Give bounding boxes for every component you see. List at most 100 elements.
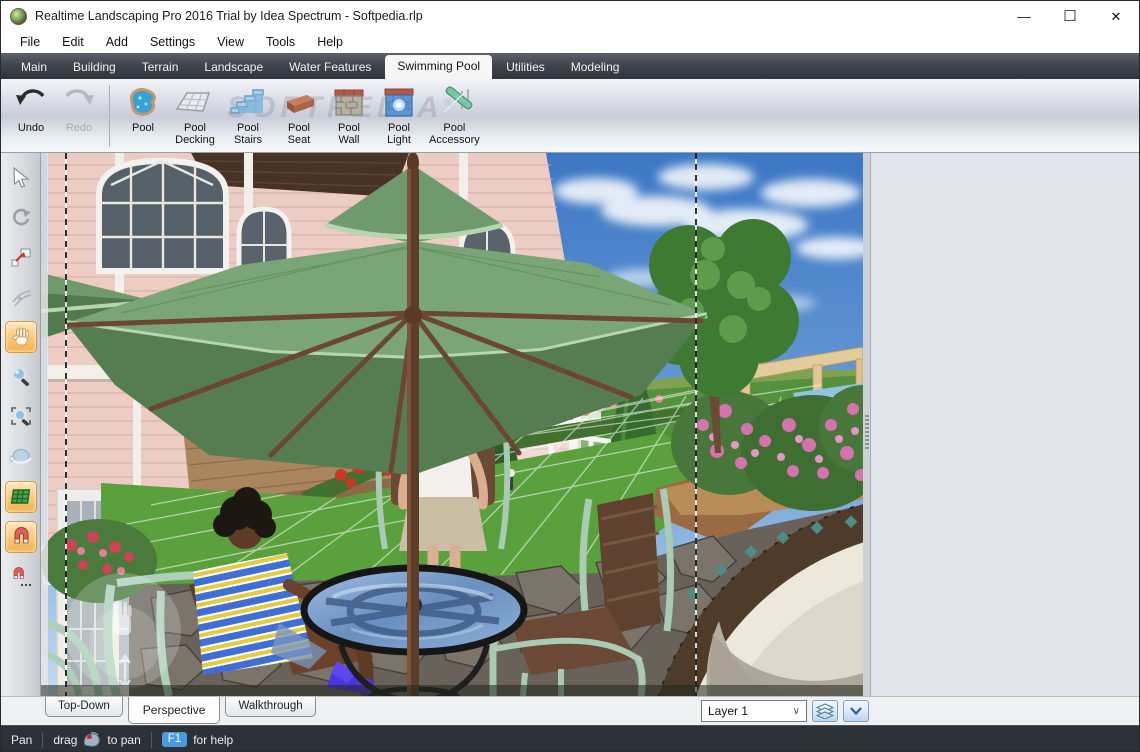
status-hint-pan: drag to pan <box>43 732 150 747</box>
rotate-tool[interactable] <box>5 201 37 233</box>
close-icon: ✕ <box>1110 8 1122 24</box>
pan-tool[interactable] <box>4 321 37 353</box>
status-bar: Pan drag to pan F1 for help <box>1 725 1139 751</box>
tab-swimming-pool[interactable]: Swimming Pool <box>385 55 493 79</box>
right-panel <box>871 153 1139 696</box>
menu-edit[interactable]: Edit <box>51 33 95 52</box>
mouse-icon <box>84 732 101 747</box>
magnet-icon <box>14 527 28 544</box>
menu-view[interactable]: View <box>206 33 255 52</box>
splitter-grip-icon <box>865 415 869 449</box>
pool-icon <box>123 84 163 122</box>
hand-icon <box>11 327 29 346</box>
magnet-small-icon <box>13 567 31 587</box>
pool-accessory-button[interactable]: Pool Accessory <box>424 83 485 147</box>
combo-chevron-icon: ∨ <box>792 705 800 717</box>
layers-icon <box>816 703 834 719</box>
orbit-view-tool[interactable] <box>5 441 37 473</box>
app-logo-icon <box>10 7 27 25</box>
maximize-icon: ☐ <box>1063 7 1077 25</box>
minimize-icon: — <box>1017 8 1031 24</box>
menu-help[interactable]: Help <box>306 33 354 52</box>
panel-splitter[interactable] <box>863 153 871 696</box>
magnifier-region-icon <box>10 407 31 426</box>
status-mode: Pan <box>11 732 33 747</box>
menu-add[interactable]: Add <box>95 33 139 52</box>
layers-button[interactable] <box>812 700 838 722</box>
view-tab-perspective[interactable]: Perspective <box>127 697 221 724</box>
rotate-icon <box>12 208 31 226</box>
pool-decking-icon <box>173 84 217 122</box>
side-toolbar <box>1 153 41 696</box>
view-tab-walkthrough[interactable]: Walkthrough <box>225 697 316 717</box>
pool-stairs-icon <box>227 84 269 122</box>
close-button[interactable]: ✕ <box>1093 1 1139 31</box>
layer-select[interactable]: Layer 1 ∨ <box>701 700 807 722</box>
pool-stairs-button[interactable]: Pool Stairs <box>222 83 274 147</box>
layer-bar: Layer 1 ∨ <box>701 700 869 722</box>
pool-light-icon <box>379 84 419 122</box>
canvas-edge <box>41 153 48 696</box>
pool-seat-icon <box>279 84 319 122</box>
select-tool[interactable] <box>5 161 37 193</box>
help-suffix: for help <box>193 732 234 747</box>
drag-suffix: to pan <box>107 732 141 747</box>
pool-accessory-icon <box>432 84 476 122</box>
tab-landscape[interactable]: Landscape <box>192 56 275 79</box>
menu-bar: File Edit Add Settings View Tools Help <box>1 31 1139 53</box>
snap-options-tool[interactable] <box>5 561 37 593</box>
title-bar: Realtime Landscaping Pro 2016 Trial by I… <box>1 1 1139 31</box>
undo-button[interactable]: Undo <box>7 83 55 135</box>
tab-building[interactable]: Building <box>61 56 128 79</box>
cursor-arrow-icon <box>12 166 30 188</box>
pool-wall-icon <box>329 84 369 122</box>
toolbar-separator <box>109 85 110 147</box>
tab-main[interactable]: Main <box>9 56 59 79</box>
view-tabs: Top-Down Perspective Walkthrough <box>45 697 321 724</box>
view-tab-top-down[interactable]: Top-Down <box>45 697 123 717</box>
curve-edit-tool[interactable] <box>5 281 37 313</box>
scale-tool[interactable] <box>5 241 37 273</box>
redo-icon <box>60 84 98 122</box>
snap-tool[interactable] <box>4 521 37 553</box>
pool-decking-button[interactable]: Pool Decking <box>168 83 222 147</box>
status-help-hint: F1 for help <box>152 732 243 747</box>
f1-key-badge: F1 <box>161 732 188 747</box>
tab-utilities[interactable]: Utilities <box>494 56 557 79</box>
zoom-region-tool[interactable] <box>5 401 37 433</box>
chevron-down-icon <box>850 707 862 715</box>
scene-viewport[interactable] <box>41 153 863 696</box>
pool-toolbar: SOFTPEDIA® Undo Redo Pool Pool Decking P… <box>1 79 1139 153</box>
menu-tools[interactable]: Tools <box>255 33 306 52</box>
menu-settings[interactable]: Settings <box>139 33 206 52</box>
tab-terrain[interactable]: Terrain <box>130 56 191 79</box>
maximize-button[interactable]: ☐ <box>1047 1 1093 31</box>
grid-snap-tool[interactable] <box>4 481 37 513</box>
pool-seat-button[interactable]: Pool Seat <box>274 83 324 147</box>
arched-window-large <box>96 157 229 274</box>
tab-modeling[interactable]: Modeling <box>559 56 632 79</box>
scene-bottom-shadow <box>41 685 863 696</box>
grid-icon <box>10 489 30 504</box>
app-window: Realtime Landscaping Pro 2016 Trial by I… <box>0 0 1140 752</box>
drag-label: drag <box>53 732 78 747</box>
pool-button[interactable]: Pool <box>118 83 168 135</box>
orbit-icon <box>9 449 32 464</box>
arc-icon <box>11 290 31 307</box>
layer-select-value: Layer 1 <box>708 704 749 718</box>
pan-overlay-widget <box>65 573 181 690</box>
zoom-tool[interactable] <box>5 361 37 393</box>
main-area <box>1 153 1139 696</box>
magnifier-icon <box>11 366 29 387</box>
minimize-button[interactable]: — <box>1001 1 1047 31</box>
layer-expand-button[interactable] <box>843 700 869 722</box>
tab-water-features[interactable]: Water Features <box>277 56 383 79</box>
window-title: Realtime Landscaping Pro 2016 Trial by I… <box>35 9 423 23</box>
pool-light-button[interactable]: Pool Light <box>374 83 424 147</box>
scene-3d-preview <box>41 153 863 696</box>
redo-button[interactable]: Redo <box>55 83 103 135</box>
menu-file[interactable]: File <box>9 33 51 52</box>
bottom-bar: Top-Down Perspective Walkthrough Layer 1… <box>1 696 1139 725</box>
ribbon-tab-bar: Main Building Terrain Landscape Water Fe… <box>1 53 1139 79</box>
pool-wall-button[interactable]: Pool Wall <box>324 83 374 147</box>
